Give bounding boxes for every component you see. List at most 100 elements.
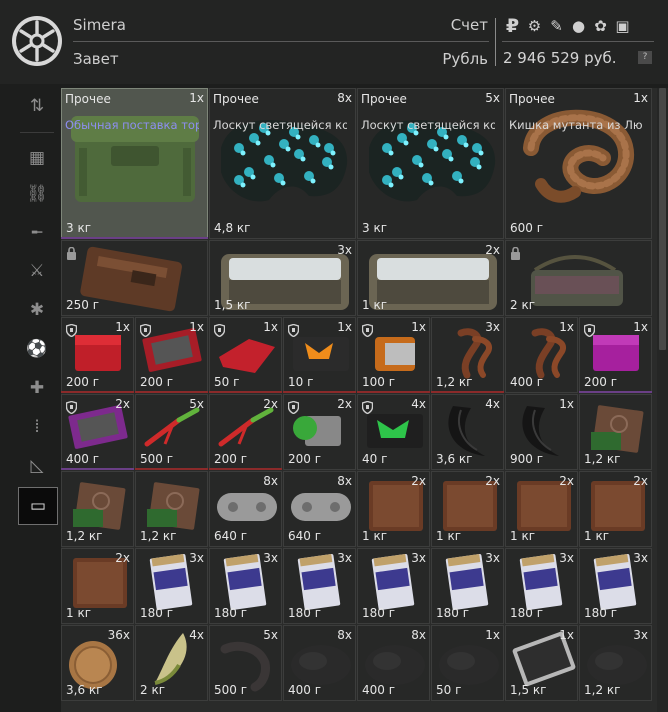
item-card[interactable]: 2x 1 кг: [357, 240, 504, 316]
item-weight: 50 г: [436, 683, 462, 697]
item-card[interactable]: 2x 200 г: [283, 394, 356, 470]
item-card[interactable]: 8x 640 г: [283, 471, 356, 547]
item-card[interactable]: 5x 500 г: [209, 625, 282, 701]
rarity-stripe: [209, 391, 282, 393]
item-card[interactable]: 250 г: [61, 240, 208, 316]
sidebar-link-button[interactable]: ⛓: [18, 176, 56, 212]
shield-icon: [361, 399, 374, 415]
item-count: 1x: [115, 320, 130, 334]
item-card[interactable]: 1x 10 г: [283, 317, 356, 393]
sidebar-sort-button[interactable]: ⇅: [18, 88, 56, 124]
item-card[interactable]: 1x 1,5 кг: [505, 625, 578, 701]
item-weight: 1 кг: [362, 298, 388, 312]
item-card[interactable]: 3x 180 г: [431, 548, 504, 624]
item-card[interactable]: 3x 1,5 кг: [209, 240, 356, 316]
item-card[interactable]: 2x 400 г: [61, 394, 134, 470]
item-card[interactable]: 8x 400 г: [283, 625, 356, 701]
item-card[interactable]: 1x 200 г: [135, 317, 208, 393]
item-card[interactable]: 3x 180 г: [579, 548, 652, 624]
item-card[interactable]: 1,2 кг: [61, 471, 134, 547]
item-card[interactable]: 3x 180 г: [283, 548, 356, 624]
feather-icon[interactable]: ✎: [547, 17, 566, 36]
sidebar-box-button[interactable]: ▭: [18, 487, 58, 525]
item-weight: 1 кг: [362, 529, 388, 543]
item-card[interactable]: 1x 400 г: [505, 317, 578, 393]
item-card[interactable]: 2 кг: [505, 240, 652, 316]
item-weight: 50 г: [214, 375, 240, 389]
item-count: 8x: [337, 474, 352, 488]
item-category: Прочее: [213, 92, 259, 106]
item-card[interactable]: 3x 1,2 кг: [579, 625, 652, 701]
item-count: 3x: [485, 551, 500, 565]
item-card[interactable]: 1x 100 г: [357, 317, 430, 393]
ruble-icon[interactable]: ₽: [503, 16, 522, 36]
item-card[interactable]: Прочее Лоскут светящейся кож… 8x 4,8 кг: [209, 88, 356, 239]
shield-icon: [139, 322, 152, 338]
item-card[interactable]: 1x 900 г: [505, 394, 578, 470]
item-card[interactable]: Прочее Обычная поставка торг… 1x 3 кг: [61, 88, 208, 239]
item-card[interactable]: 2x 1 кг: [431, 471, 504, 547]
item-card[interactable]: 1x 50 г: [431, 625, 504, 701]
item-card[interactable]: 1x 200 г: [579, 317, 652, 393]
item-card[interactable]: Прочее Лоскут светящейся кож… 5x 3 кг: [357, 88, 504, 239]
shield-icon: [65, 399, 78, 415]
item-card[interactable]: 3x 180 г: [135, 548, 208, 624]
item-weight: 180 г: [288, 606, 322, 620]
item-card[interactable]: 1x 50 г: [209, 317, 282, 393]
item-count: 3x: [263, 551, 278, 565]
item-card[interactable]: 1x 200 г: [61, 317, 134, 393]
item-card[interactable]: 5x 500 г: [135, 394, 208, 470]
help-button[interactable]: ?: [638, 51, 652, 64]
item-card[interactable]: 8x 400 г: [357, 625, 430, 701]
item-card[interactable]: 3x 180 г: [505, 548, 578, 624]
item-card[interactable]: 1,2 кг: [579, 394, 652, 470]
scrollbar[interactable]: [657, 88, 668, 712]
item-card[interactable]: 4x 40 г: [357, 394, 430, 470]
sidebar-ammo-button[interactable]: ⦙: [18, 409, 56, 445]
scrollbar-thumb[interactable]: [659, 88, 666, 350]
item-card[interactable]: 2x 1 кг: [61, 548, 134, 624]
item-card[interactable]: 4x 2 кг: [135, 625, 208, 701]
sidebar-medkit-button[interactable]: ✚: [18, 370, 56, 406]
item-weight: 200 г: [66, 375, 100, 389]
sidebar-rifle-button[interactable]: ╾: [18, 215, 56, 251]
item-card[interactable]: 3x 180 г: [357, 548, 430, 624]
header-separator: [495, 18, 496, 66]
item-card[interactable]: 2x 1 кг: [357, 471, 430, 547]
item-count: 2x: [485, 243, 500, 257]
item-card[interactable]: 3x 1,2 кг: [431, 317, 504, 393]
sidebar-grid-button[interactable]: ▦: [18, 140, 56, 176]
sidebar-knife-button[interactable]: ⚔: [18, 253, 56, 289]
crate-item-image: [71, 116, 199, 202]
item-card[interactable]: 3x 180 г: [209, 548, 282, 624]
item-card[interactable]: 2x 1 кг: [579, 471, 652, 547]
sidebar-grenade-button[interactable]: ✱: [18, 292, 56, 328]
currency-label: Рубль: [442, 50, 488, 68]
rarity-stripe: [61, 391, 134, 393]
item-count: 2x: [337, 397, 352, 411]
sphere-icon: ⚽: [26, 339, 48, 359]
sidebar-ruler-button[interactable]: ◺: [18, 448, 56, 484]
clover-icon[interactable]: ✿: [591, 17, 610, 36]
gear-icon[interactable]: ⚙: [525, 17, 544, 36]
item-name: Лоскут светящейся кож…: [213, 118, 347, 132]
sidebar-sphere-button[interactable]: ⚽: [18, 331, 56, 367]
trader-logo-icon: [10, 14, 64, 68]
item-count: 2x: [115, 551, 130, 565]
item-card[interactable]: Прочее Кишка мутанта из Люб… 1x 600 г: [505, 88, 652, 239]
item-card[interactable]: 8x 640 г: [209, 471, 282, 547]
item-card[interactable]: 1,2 кг: [135, 471, 208, 547]
item-weight: 3 кг: [66, 221, 92, 235]
item-card[interactable]: 36x 3,6 кг: [61, 625, 134, 701]
item-weight: 180 г: [584, 606, 618, 620]
item-count: 3x: [633, 628, 648, 642]
shield-icon: [65, 322, 78, 338]
item-count: 1x: [189, 91, 204, 105]
item-weight: 180 г: [510, 606, 544, 620]
item-weight: 3,6 кг: [66, 683, 103, 697]
item-card[interactable]: 2x 1 кг: [505, 471, 578, 547]
item-card[interactable]: 2x 200 г: [209, 394, 282, 470]
circle-icon[interactable]: ●: [569, 17, 588, 36]
shield-icon[interactable]: ▣: [613, 17, 632, 36]
item-card[interactable]: 4x 3,6 кг: [431, 394, 504, 470]
